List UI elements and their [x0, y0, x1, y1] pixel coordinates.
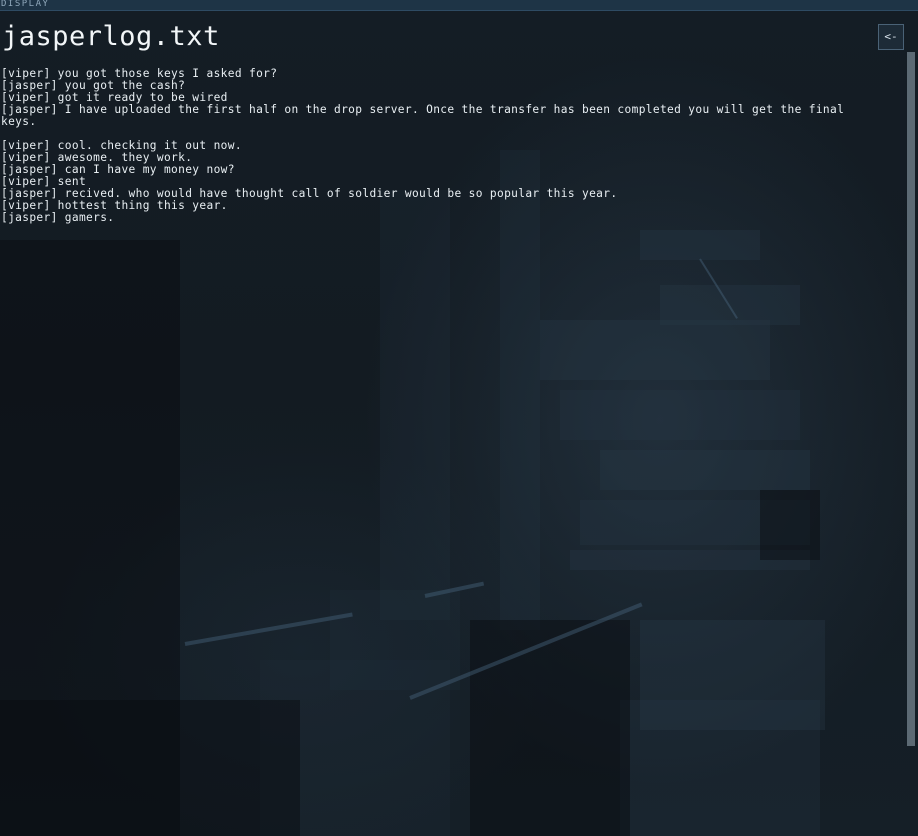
top-bar: DISPLAY [0, 0, 918, 11]
log-content: [viper] you got those keys I asked for? … [1, 68, 871, 224]
log-line: [jasper] I have uploaded the first half … [1, 103, 852, 128]
log-line: [jasper] gamers. [1, 211, 115, 224]
log-line: [viper] hottest thing this year. [1, 199, 228, 212]
scrollbar[interactable] [907, 52, 915, 746]
display-label: DISPLAY [1, 0, 50, 9]
back-button[interactable]: <- [878, 24, 904, 50]
log-line: [jasper] can I have my money now? [1, 163, 235, 176]
file-title: jasperlog.txt [2, 21, 220, 52]
